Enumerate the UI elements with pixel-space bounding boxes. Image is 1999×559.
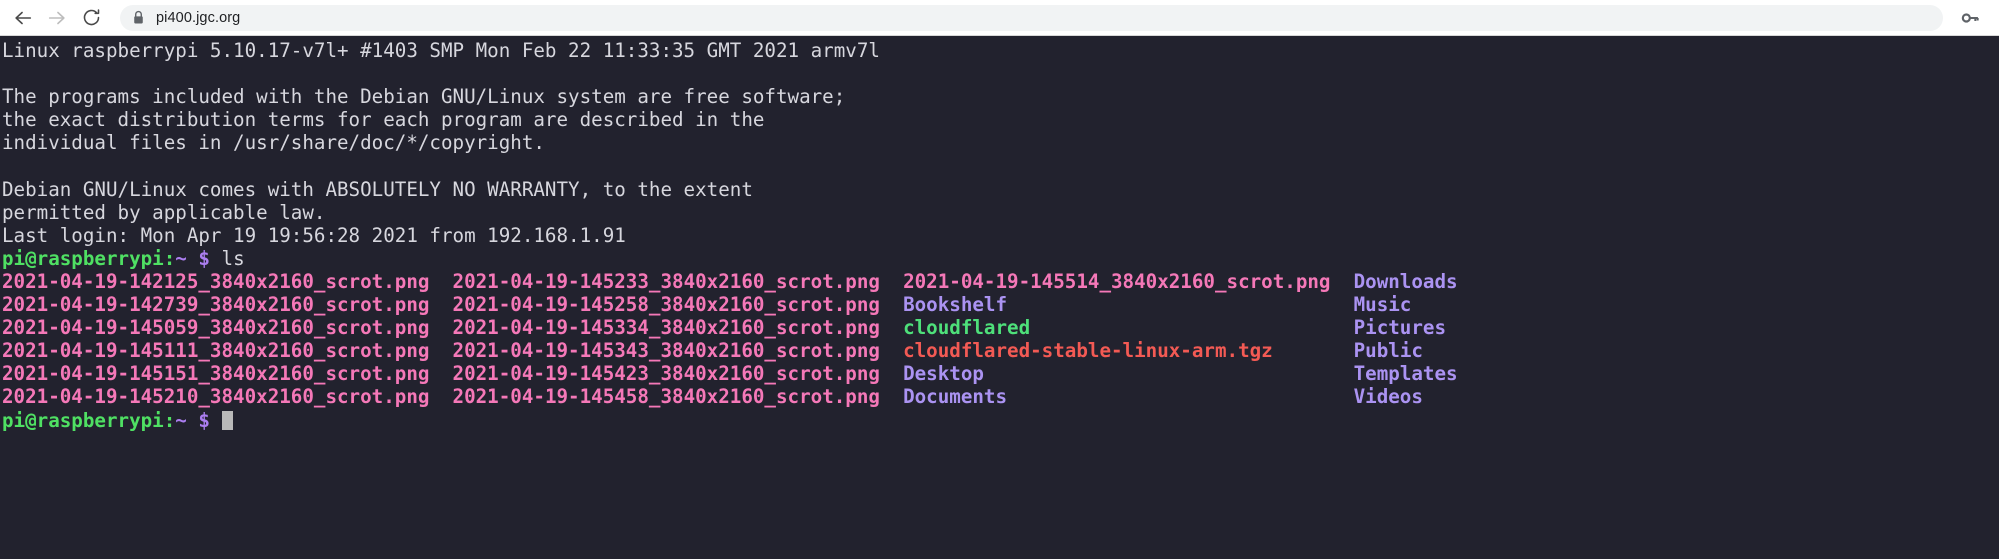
arrow-left-icon	[15, 11, 32, 24]
terminal-cursor	[221, 410, 234, 430]
listing-gap	[1330, 270, 1353, 293]
listing-entry: 2021-04-19-145458_3840x2160_scrot.png	[452, 385, 880, 409]
prompt-sigil: $	[198, 408, 210, 432]
listing-entry: 2021-04-19-145210_3840x2160_scrot.png	[2, 385, 430, 409]
terminal-listing-row: 2021-04-19-145111_3840x2160_scrot.png 20…	[2, 339, 1999, 362]
address-bar-url[interactable]: pi400.jgc.org	[156, 5, 240, 31]
motd-text: Linux raspberrypi 5.10.17-v7l+ #1403 SMP…	[2, 39, 880, 62]
terminal-listing-row: 2021-04-19-145210_3840x2160_scrot.png 20…	[2, 385, 1999, 408]
listing-entry: 2021-04-19-145258_3840x2160_scrot.png	[452, 293, 880, 317]
listing-entry: 2021-04-19-142739_3840x2160_scrot.png	[2, 293, 430, 317]
listing-entry: Pictures	[1353, 316, 1447, 340]
listing-entry: Public	[1353, 339, 1423, 363]
terminal-listing-row: 2021-04-19-145151_3840x2160_scrot.png 20…	[2, 362, 1999, 385]
listing-entry: cloudflared-stable-linux-arm.tgz	[903, 339, 1273, 363]
browser-toolbar: pi400.jgc.org	[0, 0, 1999, 36]
address-bar[interactable]: pi400.jgc.org	[120, 4, 1943, 31]
password-key-icon[interactable]	[1955, 3, 1985, 33]
motd-text: Last login: Mon Apr 19 19:56:28 2021 fro…	[2, 223, 626, 247]
forward-button[interactable]	[40, 1, 74, 35]
reload-button[interactable]	[74, 1, 108, 35]
listing-gap	[429, 385, 452, 408]
listing-entry: Bookshelf	[903, 293, 1008, 317]
terminal-line-motd-4: individual files in /usr/share/doc/*/cop…	[2, 131, 1999, 154]
motd-text	[2, 154, 14, 177]
prompt-user-host: pi@raspberrypi	[2, 408, 164, 432]
listing-entry: 2021-04-19-145111_3840x2160_scrot.png	[2, 339, 430, 363]
terminal-line-motd-3: the exact distribution terms for each pr…	[2, 108, 1999, 131]
prompt-path: ~	[175, 246, 187, 270]
listing-gap	[1030, 316, 1353, 339]
terminal-line-motd-0: Linux raspberrypi 5.10.17-v7l+ #1403 SMP…	[2, 39, 1999, 62]
listing-gap	[1007, 293, 1354, 316]
listing-gap	[429, 270, 452, 293]
listing-gap	[429, 293, 452, 316]
listing-entry: 2021-04-19-145233_3840x2160_scrot.png	[452, 269, 880, 293]
terminal-listing-row: 2021-04-19-142125_3840x2160_scrot.png 20…	[2, 270, 1999, 293]
motd-text: permitted by applicable law.	[2, 200, 326, 224]
prompt-sigil: $	[198, 246, 210, 270]
listing-gap	[429, 362, 452, 385]
prompt-user-host: pi@raspberrypi	[2, 246, 164, 270]
listing-entry: 2021-04-19-145423_3840x2160_scrot.png	[452, 362, 880, 386]
motd-text: the exact distribution terms for each pr…	[2, 108, 765, 132]
terminal-line-motd-7: permitted by applicable law.	[2, 201, 1999, 224]
terminal-prompt-line-command: pi@raspberrypi:~ $ ls	[2, 247, 1999, 270]
listing-gap	[984, 362, 1354, 385]
reload-icon	[83, 9, 99, 26]
prompt-colon: :	[163, 408, 176, 432]
listing-gap	[880, 270, 903, 293]
listing-gap	[429, 339, 452, 362]
listing-entry: 2021-04-19-145343_3840x2160_scrot.png	[452, 339, 880, 363]
listing-entry: 2021-04-19-142125_3840x2160_scrot.png	[2, 269, 430, 293]
listing-gap	[429, 316, 452, 339]
motd-text: Debian GNU/Linux comes with ABSOLUTELY N…	[2, 177, 753, 201]
listing-entry: Desktop	[903, 362, 984, 386]
terminal-viewport[interactable]: Linux raspberrypi 5.10.17-v7l+ #1403 SMP…	[0, 36, 1999, 559]
terminal-listing-row: 2021-04-19-142739_3840x2160_scrot.png 20…	[2, 293, 1999, 316]
listing-entry: Downloads	[1353, 269, 1458, 293]
listing-entry: Videos	[1353, 385, 1423, 409]
motd-text: individual files in /usr/share/doc/*/cop…	[2, 131, 545, 155]
listing-entry: 2021-04-19-145059_3840x2160_scrot.png	[2, 316, 430, 340]
terminal-command: ls	[209, 246, 245, 270]
motd-text: The programs included with the Debian GN…	[2, 85, 846, 109]
listing-gap	[880, 316, 903, 339]
listing-entry: 2021-04-19-145334_3840x2160_scrot.png	[452, 316, 880, 340]
listing-gap	[880, 293, 903, 316]
prompt-space2	[210, 409, 222, 432]
listing-entry: Documents	[903, 385, 1008, 409]
terminal-line-motd-5	[2, 154, 1999, 177]
listing-entry: Templates	[1353, 362, 1458, 386]
back-button[interactable]	[6, 1, 40, 35]
terminal-prompt-line-active: pi@raspberrypi:~ $	[2, 409, 1999, 432]
listing-gap	[880, 385, 903, 408]
prompt-colon: :	[163, 246, 176, 270]
listing-gap	[880, 339, 903, 362]
motd-text	[2, 62, 14, 85]
listing-entry: 2021-04-19-145514_3840x2160_scrot.png	[903, 269, 1331, 293]
terminal-line-motd-6: Debian GNU/Linux comes with ABSOLUTELY N…	[2, 178, 1999, 201]
terminal-listing-row: 2021-04-19-145059_3840x2160_scrot.png 20…	[2, 316, 1999, 339]
terminal-line-motd-2: The programs included with the Debian GN…	[2, 85, 1999, 108]
listing-entry: cloudflared	[903, 316, 1031, 340]
lock-icon	[132, 10, 146, 26]
listing-gap	[880, 362, 903, 385]
listing-gap	[1273, 339, 1354, 362]
terminal-line-motd-8: Last login: Mon Apr 19 19:56:28 2021 fro…	[2, 224, 1999, 247]
terminal-output: Linux raspberrypi 5.10.17-v7l+ #1403 SMP…	[2, 39, 1999, 432]
listing-gap	[1007, 385, 1354, 408]
terminal-line-motd-1	[2, 62, 1999, 85]
listing-entry: Music	[1353, 293, 1412, 317]
listing-entry: 2021-04-19-145151_3840x2160_scrot.png	[2, 362, 430, 386]
prompt-path: ~	[175, 408, 187, 432]
arrow-right-icon	[48, 11, 65, 24]
